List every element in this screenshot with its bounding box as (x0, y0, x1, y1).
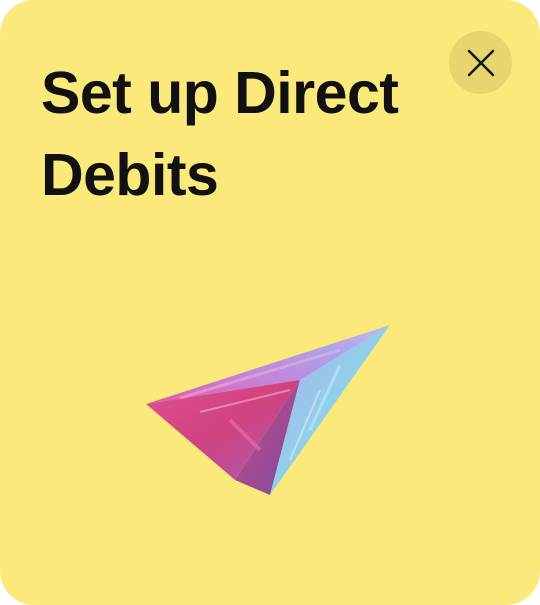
close-icon (467, 49, 495, 77)
close-button[interactable] (449, 31, 512, 94)
card-title: Set up Direct Debits (41, 60, 399, 208)
direct-debit-card: Set up Direct Debits (0, 0, 540, 605)
paper-plane-icon (140, 320, 400, 505)
